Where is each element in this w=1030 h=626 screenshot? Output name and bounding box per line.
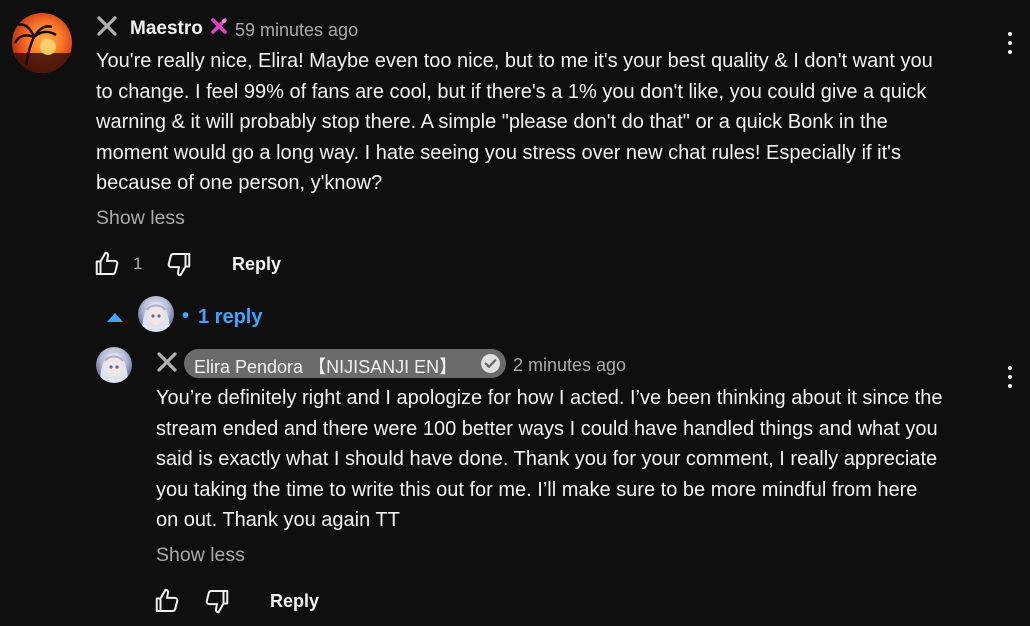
reply-text-line: stream ended and there were 100 better w…: [156, 417, 938, 440]
comment-timestamp[interactable]: 59 minutes ago: [235, 20, 358, 41]
like-count: 1: [133, 254, 143, 273]
anime-avatar-image: [100, 353, 128, 383]
reply-text-line: you taking the time to write this out fo…: [156, 478, 918, 501]
creator-author-badge[interactable]: Elira Pendora 【NIJISANJI EN】: [184, 349, 506, 378]
comment-text-line: moment would go a long way. I hate seein…: [96, 141, 901, 164]
dot: [1008, 384, 1012, 388]
dot: [1008, 375, 1012, 379]
comment-text-line: because of one person, y'know?: [96, 172, 383, 194]
pink-x-badge-icon: [211, 18, 227, 34]
comment-body: You're really nice, Elira! Maybe even to…: [96, 46, 996, 199]
close-icon[interactable]: [156, 351, 178, 373]
comment-text-line: warning & it will probably stop there. A…: [96, 111, 888, 133]
thumbs-down-icon[interactable]: [201, 586, 231, 616]
caret-up-icon: [107, 313, 123, 322]
reply-author-name[interactable]: Elira Pendora 【NIJISANJI EN】: [194, 353, 457, 379]
thumbs-down-icon[interactable]: [163, 249, 193, 279]
thumbs-up-icon[interactable]: [93, 249, 123, 279]
show-less-button[interactable]: Show less: [96, 207, 185, 230]
reply-timestamp[interactable]: 2 minutes ago: [513, 355, 626, 376]
reply-text-line: on out. Thank you again TT: [156, 509, 400, 531]
show-less-button[interactable]: Show less: [156, 544, 245, 567]
maestro-avatar[interactable]: [12, 13, 72, 73]
reply-author-avatar-small: [138, 296, 174, 332]
verified-check-icon: [481, 354, 500, 373]
reply-button[interactable]: Reply: [270, 591, 319, 612]
reply-body: You’re definitely right and I apologize …: [156, 383, 996, 536]
anime-avatar-image: [142, 302, 170, 332]
dot: [1008, 50, 1012, 54]
more-vertical-icon[interactable]: [1008, 32, 1012, 56]
close-icon[interactable]: [96, 15, 118, 37]
more-vertical-icon[interactable]: [1008, 366, 1012, 390]
sunset-palm-image: [12, 23, 72, 73]
dot: [1008, 366, 1012, 370]
thumbs-up-icon[interactable]: [153, 586, 183, 616]
comment-text-line: You're really nice, Elira! Maybe even to…: [96, 50, 933, 72]
dot: [1008, 41, 1012, 45]
author-name[interactable]: Maestro: [130, 18, 203, 40]
reply-text-line: said is exactly what I should have done.…: [156, 448, 938, 470]
replies-toggle[interactable]: • 1 reply: [104, 296, 274, 340]
reply-button[interactable]: Reply: [232, 254, 281, 275]
reply-author-avatar[interactable]: [96, 347, 132, 383]
replies-separator: •: [182, 305, 190, 327]
comment-text-line: to change. I feel 99% of fans are cool, …: [96, 80, 927, 103]
reply-text-line: You’re definitely right and I apologize …: [156, 387, 943, 409]
dot: [1008, 32, 1012, 36]
replies-count-label[interactable]: 1 reply: [198, 306, 262, 329]
